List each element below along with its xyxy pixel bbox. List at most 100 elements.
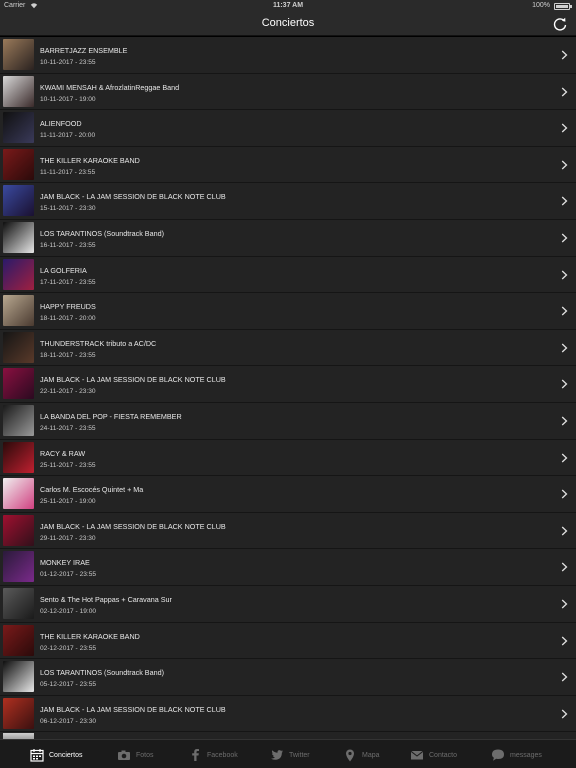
twitter-icon (271, 750, 283, 760)
event-date: 16-11-2017 - 23:55 (40, 241, 96, 249)
event-name: HAPPY FREUDS (40, 302, 96, 312)
tab-conciertos[interactable]: Conciertos (30, 745, 82, 765)
chevron-right-icon (561, 123, 568, 133)
camera-icon (118, 750, 130, 760)
chevron-right-icon (561, 599, 568, 609)
event-date: 15-11-2017 - 23:30 (40, 205, 96, 213)
chat-bubble-icon (492, 749, 504, 761)
event-name: JAM BLACK - LA JAM SESSION DE BLACK NOTE… (40, 704, 226, 714)
list-item[interactable]: KWAMI MENSAH & AfrozlatinReggae Band 10-1… (0, 73, 576, 111)
concert-list[interactable]: BARRETJAZZ ENSEMBLE 10-11-2017 - 23:55 KWA… (0, 37, 576, 738)
chevron-right-icon (561, 160, 568, 170)
event-name: Carlos M. Escocés Quintet + Ma (40, 485, 144, 495)
list-item[interactable]: RACY & RAW 25-11-2017 - 23:55 (0, 439, 576, 477)
chevron-right-icon (561, 636, 568, 645)
tab-label: Twitter (289, 751, 310, 759)
chevron-right-icon (561, 562, 568, 572)
event-name: KWAMI MENSAH & AfrozlatinReggae Band (40, 82, 180, 92)
chevron-right-icon (561, 270, 568, 280)
event-thumbnail (3, 185, 34, 217)
list-item[interactable]: THE KILLER KARAOKE BAND 11-11-2017 - 23:5… (0, 146, 576, 184)
list-item[interactable]: JAM BLACK - LA JAM SESSION DE BLACK NOTE… (0, 366, 576, 403)
status-time: 11:37 AM (272, 2, 304, 9)
tab-fotos[interactable]: Fotos (117, 745, 154, 765)
event-date: 06-12-2017 - 23:30 (40, 717, 97, 725)
event-name: LA BANDA DEL POP - FIESTA REMEMBER (40, 411, 182, 421)
event-name: ALIENFOOD (40, 119, 82, 129)
event-name: Sento & The Hot Pappas + Caravana Sur (40, 594, 172, 604)
tab-contacto[interactable]: Contacto (410, 745, 457, 765)
event-date: 22-11-2017 - 23:30 (40, 388, 96, 396)
event-date: 24-11-2017 - 23:55 (40, 424, 96, 432)
chevron-right-icon (561, 87, 568, 97)
list-item[interactable]: THUNDERSTRACK tributo a AC/DC 18-11-2017 … (0, 329, 576, 367)
event-thumbnail (3, 75, 34, 107)
tab-facebook[interactable]: Facebook (188, 745, 238, 765)
tab-bar: Conciertos Fotos Facebook Twitter Mapa Contac… (0, 739, 576, 768)
list-item[interactable]: LOS TARANTINOS (Soundtrack Band) 05-12-20… (0, 659, 576, 696)
list-item[interactable]: MONKEY IRAE 01-12-2017 - 23:55 (0, 549, 576, 586)
list-item[interactable]: JAM BLACK - LA JAM SESSION DE BLACK NOTE… (0, 183, 576, 220)
event-date: 02-12-2017 - 19:00 (40, 607, 97, 615)
page-title: Conciertos (261, 17, 315, 29)
chevron-right-icon (561, 306, 568, 316)
list-item[interactable]: JAM BLACK - LA JAM SESSION DE BLACK NOTE… (0, 695, 576, 733)
event-thumbnail (3, 478, 34, 510)
event-thumbnail (3, 112, 34, 144)
event-date: 10-11-2017 - 23:55 (40, 59, 96, 66)
event-name: THE KILLER KARAOKE BAND (40, 631, 140, 641)
chevron-right-icon (561, 379, 568, 389)
event-thumbnail (3, 441, 34, 473)
mail-icon (410, 750, 424, 760)
tab-label: Fotos (136, 751, 154, 759)
tab-label: Contacto (429, 751, 458, 759)
list-item[interactable]: JAM BLACK - LA JAM SESSION DE BLACK NOTE… (0, 512, 576, 550)
event-thumbnail (3, 39, 34, 70)
event-date: 10-11-2017 - 19:00 (40, 95, 96, 103)
refresh-icon[interactable] (552, 16, 568, 32)
event-thumbnail (3, 221, 34, 253)
chevron-right-icon (561, 343, 568, 353)
tab-mapa[interactable]: Mapa (343, 745, 380, 765)
event-date: 11-11-2017 - 23:55 (40, 168, 96, 176)
event-date: 25-11-2017 - 19:00 (40, 498, 96, 506)
event-name: LA GOLFERIA (40, 265, 87, 275)
tab-label: Conciertos (49, 751, 83, 759)
event-name: MONKEY IRAE (40, 558, 90, 568)
event-thumbnail (3, 148, 34, 180)
list-item[interactable]: LA BANDA DEL POP - FIESTA REMEMBER 24-11-… (0, 402, 576, 440)
battery-icon (554, 3, 572, 10)
navigation-bar: Conciertos (0, 12, 576, 36)
event-date: 01-12-2017 - 23:55 (40, 571, 97, 579)
tab-label: messages (510, 751, 542, 759)
chevron-right-icon (561, 672, 568, 682)
list-item[interactable]: LOS TARANTINOS (Soundtrack Band) 16-11-20… (0, 219, 576, 257)
event-thumbnail (3, 551, 34, 583)
list-item[interactable]: BARRETJAZZ ENSEMBLE 10-11-2017 - 23:55 (0, 37, 576, 74)
battery-percent: 100% (532, 2, 550, 9)
event-thumbnail (3, 661, 34, 693)
status-bar: Carrier 11:37 AM 100% (0, 0, 576, 12)
list-item[interactable]: ALIENFOOD 11-11-2017 - 20:00 (0, 110, 576, 147)
facebook-icon (192, 749, 199, 761)
event-name: LOS TARANTINOS (Soundtrack Band) (40, 668, 164, 678)
event-name: LOS TARANTINOS (Soundtrack Band) (40, 228, 164, 238)
list-item[interactable]: Sento & The Hot Pappas + Caravana Sur 02-… (0, 585, 576, 623)
list-item[interactable]: HAPPY FREUDS 18-11-2017 - 20:00 (0, 293, 576, 330)
chevron-right-icon (561, 196, 568, 206)
map-pin-icon (346, 749, 354, 762)
event-thumbnail (3, 258, 34, 290)
tab-label: Facebook (207, 751, 238, 759)
list-item[interactable]: LA GOLFERIA 17-11-2017 - 23:55 (0, 256, 576, 294)
event-date: 11-11-2017 - 20:00 (40, 132, 96, 140)
chevron-right-icon (561, 416, 568, 426)
event-date: 18-11-2017 - 20:00 (40, 315, 96, 323)
event-name: BARRETJAZZ ENSEMBLE (40, 46, 128, 55)
event-name: RACY & RAW (40, 448, 86, 458)
list-item[interactable]: THE KILLER KARAOKE BAND 02-12-2017 - 23:5… (0, 622, 576, 660)
event-date: 18-11-2017 - 23:55 (40, 351, 96, 359)
tab-messages[interactable]: messages (491, 745, 542, 765)
chevron-right-icon (561, 50, 568, 60)
tab-twitter[interactable]: Twitter (270, 745, 310, 765)
list-item[interactable]: Carlos M. Escocés Quintet + Ma 25-11-2017… (0, 476, 576, 513)
